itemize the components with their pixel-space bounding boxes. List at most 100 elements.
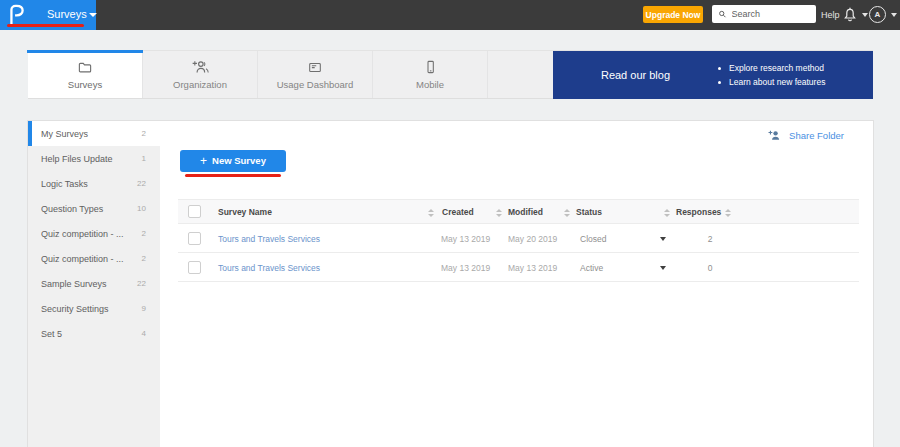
person-add-icon: [767, 129, 782, 142]
folder-name: Quiz competition - ...: [41, 254, 142, 264]
folder-name: Help Files Update: [41, 154, 142, 164]
tab-mobile[interactable]: Mobile: [373, 51, 488, 98]
folder-name: My Surveys: [41, 129, 142, 139]
folder-name: Quiz competition - ...: [41, 229, 142, 239]
content-card: My Surveys 2 Help Files Update 1 Logic T…: [27, 120, 874, 447]
tab-label: Mobile: [416, 79, 444, 90]
folder-count: 10: [137, 204, 146, 213]
sidebar-folder-item[interactable]: Set 5 4: [28, 321, 160, 346]
folder-count: 2: [142, 254, 146, 263]
banner-bullet: Explore research method: [718, 63, 825, 73]
mobile-icon: [423, 59, 438, 75]
row-checkbox[interactable]: [188, 232, 201, 245]
bell-dropdown-caret-icon[interactable]: [862, 13, 868, 17]
responses-count: 2: [702, 234, 718, 244]
dashboard-icon: [307, 60, 323, 75]
select-all-checkbox[interactable]: [188, 205, 201, 218]
column-header-modified[interactable]: Modified: [508, 207, 543, 217]
sidebar-folder-item[interactable]: Question Types 10: [28, 196, 160, 221]
tab-surveys[interactable]: Surveys: [28, 51, 143, 98]
status-value: Active: [580, 263, 603, 273]
sidebar-folder-item[interactable]: Quiz competition - ... 2: [28, 221, 160, 246]
avatar-dropdown-caret-icon[interactable]: [891, 13, 897, 17]
folder-count: 2: [142, 229, 146, 238]
tab-label: Surveys: [68, 79, 102, 90]
status-value: Closed: [580, 234, 606, 244]
folder-count: 22: [137, 279, 146, 288]
tab-label: Usage Dashboard: [277, 79, 354, 90]
column-header-responses[interactable]: Responses: [676, 207, 721, 217]
status-dropdown-caret-icon[interactable]: [660, 266, 666, 270]
upgrade-now-button[interactable]: Upgrade Now: [643, 6, 703, 23]
folder-name: Security Settings: [41, 304, 142, 314]
blog-banner[interactable]: Read our blog Explore research method Le…: [553, 51, 873, 99]
people-add-icon: [191, 59, 210, 75]
search-box[interactable]: [712, 5, 816, 23]
survey-name-link[interactable]: Tours and Travels Services: [218, 234, 320, 244]
table-body: Tours and Travels Services May 13 2019 M…: [178, 224, 859, 282]
folder-count: 9: [142, 304, 146, 313]
main-panel: +New Survey Share Folder Survey Name Cre…: [160, 121, 873, 447]
folder-count: 4: [142, 329, 146, 338]
table-row: Tours and Travels Services May 13 2019 M…: [178, 253, 859, 282]
proprofs-logo-icon: [8, 4, 25, 26]
tab-label: Organization: [173, 79, 227, 90]
folder-count: 1: [142, 154, 146, 163]
column-header-status[interactable]: Status: [576, 207, 602, 217]
brand-underline: [7, 24, 84, 27]
share-folder-label: Share Folder: [789, 130, 844, 141]
app-window: Surveys Upgrade Now Help A Surveys: [0, 0, 900, 447]
brand-menu[interactable]: Surveys: [0, 0, 96, 30]
sort-icon[interactable]: [428, 209, 434, 217]
folder-name: Question Types: [41, 204, 137, 214]
surveys-table: Survey Name Created Modified Status Resp…: [178, 199, 859, 282]
table-row: Tours and Travels Services May 13 2019 M…: [178, 224, 859, 253]
sort-icon[interactable]: [496, 209, 502, 217]
modified-date: May 13 2019: [508, 263, 557, 273]
brand-label: Surveys: [47, 8, 87, 20]
search-icon: [718, 9, 727, 19]
avatar[interactable]: A: [869, 6, 886, 23]
banner-bullet-list: Explore research method Learn about new …: [718, 59, 825, 91]
folder-count: 22: [137, 179, 146, 188]
responses-count: 0: [702, 263, 718, 273]
new-survey-button[interactable]: +New Survey: [180, 150, 286, 172]
sort-icon[interactable]: [664, 209, 670, 217]
survey-name-link[interactable]: Tours and Travels Services: [218, 263, 320, 273]
sort-icon[interactable]: [725, 209, 731, 217]
chevron-down-icon: [89, 13, 97, 17]
search-input[interactable]: [732, 9, 810, 19]
help-link[interactable]: Help: [821, 10, 840, 20]
table-header: Survey Name Created Modified Status Resp…: [178, 199, 859, 224]
column-header-survey-name[interactable]: Survey Name: [218, 207, 272, 217]
tab-usage-dashboard[interactable]: Usage Dashboard: [258, 51, 373, 98]
row-checkbox[interactable]: [188, 261, 201, 274]
folder-icon: [77, 60, 93, 75]
modified-date: May 20 2019: [508, 234, 557, 244]
sidebar-folder-item[interactable]: Logic Tasks 22: [28, 171, 160, 196]
tab-strip: Surveys Organization Usage Dashboard Mob…: [28, 50, 873, 99]
folder-name: Set 5: [41, 329, 142, 339]
sidebar-folder-item[interactable]: Sample Surveys 22: [28, 271, 160, 296]
folder-count: 2: [142, 129, 146, 138]
folders-sidebar: My Surveys 2 Help Files Update 1 Logic T…: [28, 121, 160, 447]
new-survey-underline: [185, 174, 281, 177]
sidebar-folder-item[interactable]: My Surveys 2: [28, 121, 160, 146]
created-date: May 13 2019: [441, 234, 490, 244]
notifications-bell-icon[interactable]: [842, 6, 858, 24]
banner-title: Read our blog: [553, 69, 718, 81]
status-dropdown-caret-icon[interactable]: [660, 237, 666, 241]
plus-icon: +: [200, 154, 207, 168]
sidebar-folder-item[interactable]: Security Settings 9: [28, 296, 160, 321]
banner-bullet: Learn about new features: [718, 77, 825, 87]
sort-icon[interactable]: [564, 209, 570, 217]
top-bar: Surveys Upgrade Now Help A: [0, 0, 900, 30]
created-date: May 13 2019: [441, 263, 490, 273]
folder-name: Sample Surveys: [41, 279, 137, 289]
tab-organization[interactable]: Organization: [143, 51, 258, 98]
folder-name: Logic Tasks: [41, 179, 137, 189]
share-folder-link[interactable]: Share Folder: [767, 129, 844, 142]
sidebar-folder-item[interactable]: Quiz competition - ... 2: [28, 246, 160, 271]
sidebar-folder-item[interactable]: Help Files Update 1: [28, 146, 160, 171]
column-header-created[interactable]: Created: [442, 207, 474, 217]
